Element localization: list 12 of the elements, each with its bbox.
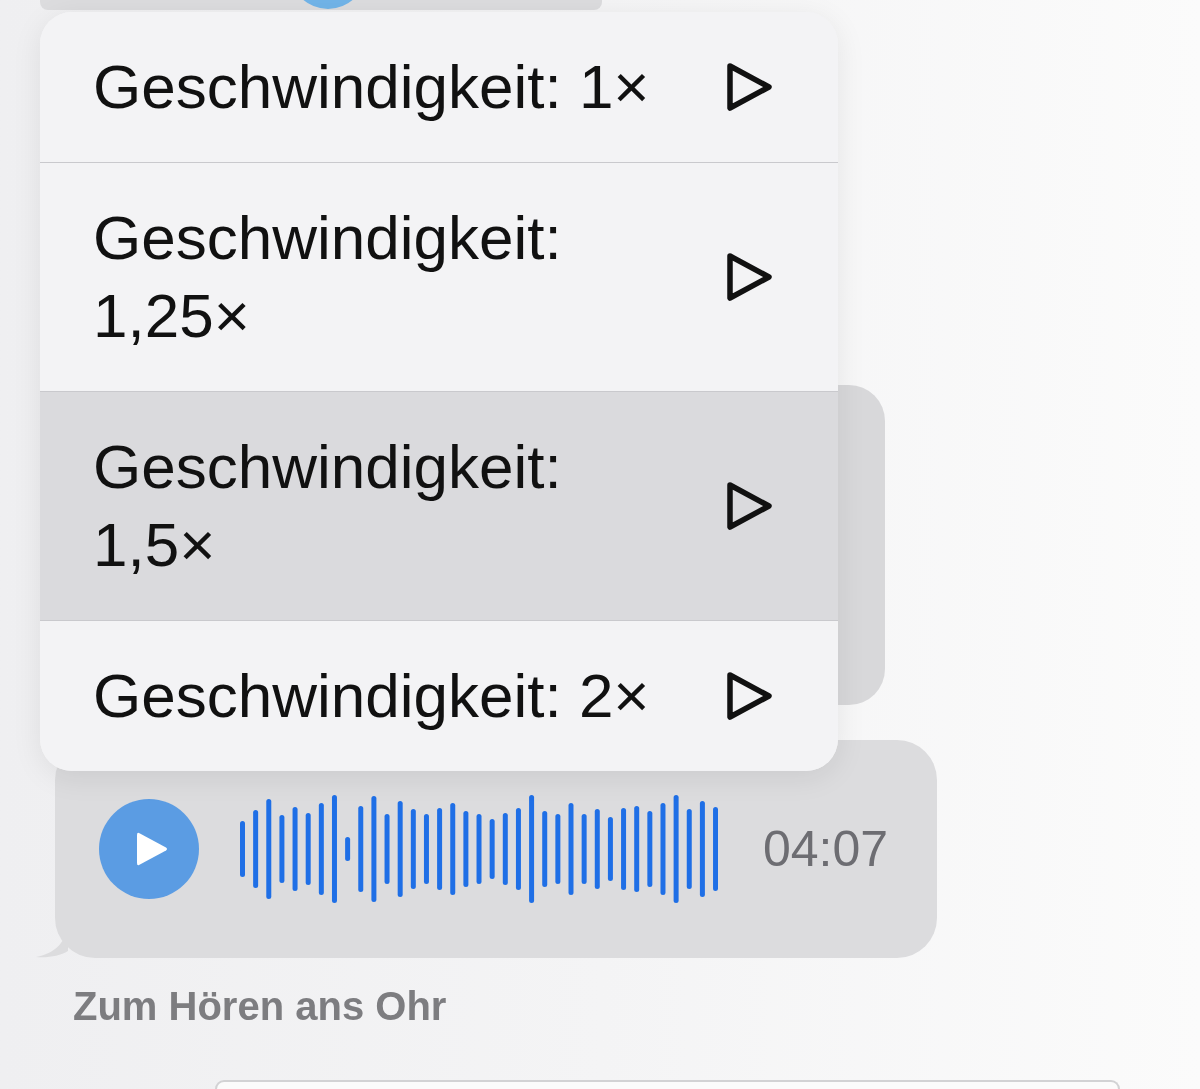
menu-item[interactable]: Geschwindigkeit: 1,5×: [40, 391, 838, 620]
menu-item[interactable]: Geschwindigkeit: 1×: [40, 12, 838, 162]
play-icon: [725, 480, 773, 532]
caption-text: Zum Hören ans Ohr: [73, 983, 447, 1030]
play-icon: [725, 251, 773, 303]
play-icon: [135, 830, 169, 868]
play-icon: [725, 670, 773, 722]
play-icon: [725, 61, 773, 113]
duration-label: 04:07: [763, 824, 889, 874]
message-input-field[interactable]: [215, 1080, 1120, 1089]
menu-item[interactable]: Geschwindigkeit: 2×: [40, 620, 838, 771]
menu-item[interactable]: Geschwindigkeit: 1,25×: [40, 162, 838, 391]
